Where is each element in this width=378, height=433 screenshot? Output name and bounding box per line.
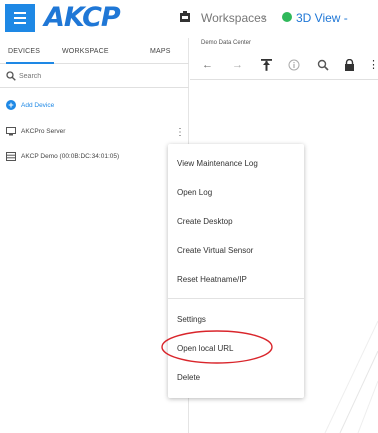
menu-item-create-desktop[interactable]: Create Desktop	[177, 217, 233, 226]
lock-icon[interactable]	[344, 59, 355, 71]
device-context-menu: View Maintenance Log Open Log Create Des…	[168, 144, 304, 398]
pin-icon[interactable]	[261, 59, 272, 71]
left-panel: DEVICES WORKSPACE MAPS + Add Device AKCP…	[0, 38, 189, 433]
menu-item-settings[interactable]: Settings	[177, 315, 206, 324]
add-device-label: Add Device	[21, 101, 55, 109]
view-title: Demo Data Center	[201, 40, 252, 46]
forward-arrow-icon[interactable]: →	[232, 59, 243, 71]
device-label: AKCPro Server	[21, 127, 66, 135]
workspace-icon	[180, 11, 190, 22]
akcp-logo: AKCP	[44, 2, 121, 33]
menu-item-open-log[interactable]: Open Log	[177, 188, 212, 197]
device-item-demo[interactable]: AKCP Demo (00:0B:DC:34:01:05)	[6, 150, 119, 162]
app-header: AKCP Workspaces › 3D View -	[0, 0, 378, 38]
menu-item-delete[interactable]: Delete	[177, 373, 200, 382]
tab-devices[interactable]: DEVICES	[8, 48, 40, 55]
back-arrow-icon[interactable]: ←	[202, 59, 213, 71]
breadcrumb-current-view[interactable]: 3D View -	[296, 11, 348, 25]
device-label: AKCP Demo (00:0B:DC:34:01:05)	[21, 152, 120, 160]
breadcrumb-separator: ›	[262, 10, 266, 24]
menu-item-view-maintenance-log[interactable]: View Maintenance Log	[177, 159, 258, 168]
search-icon	[6, 71, 16, 81]
more-toolbar-icon[interactable]: ⋮	[368, 59, 378, 71]
search-input[interactable]	[19, 70, 139, 82]
add-device-button[interactable]: + Add Device	[6, 99, 54, 111]
view-toolbar: ← → ⋮	[190, 50, 378, 80]
tab-workspace[interactable]: WORKSPACE	[62, 48, 109, 55]
monitor-icon	[6, 126, 16, 135]
menu-item-reset-hostname[interactable]: Reset Heatname/IP	[177, 275, 247, 284]
add-icon: +	[6, 100, 16, 110]
menu-divider	[168, 298, 304, 299]
search-row	[0, 64, 189, 88]
tab-bar: DEVICES WORKSPACE MAPS	[0, 38, 189, 64]
status-dot-icon	[282, 12, 292, 22]
menu-item-open-local-url[interactable]: Open local URL	[177, 344, 233, 353]
breadcrumb-workspaces[interactable]: Workspaces	[201, 11, 267, 25]
search-icon[interactable]	[317, 59, 329, 71]
menu-item-create-virtual-sensor[interactable]: Create Virtual Sensor	[177, 246, 253, 255]
info-icon[interactable]	[288, 59, 300, 71]
hamburger-menu-button[interactable]	[5, 4, 35, 32]
device-item-server[interactable]: AKCPro Server	[6, 125, 65, 137]
more-options-icon[interactable]: ⋮	[175, 128, 185, 138]
device-icon	[6, 151, 16, 161]
tab-maps[interactable]: MAPS	[150, 48, 171, 55]
